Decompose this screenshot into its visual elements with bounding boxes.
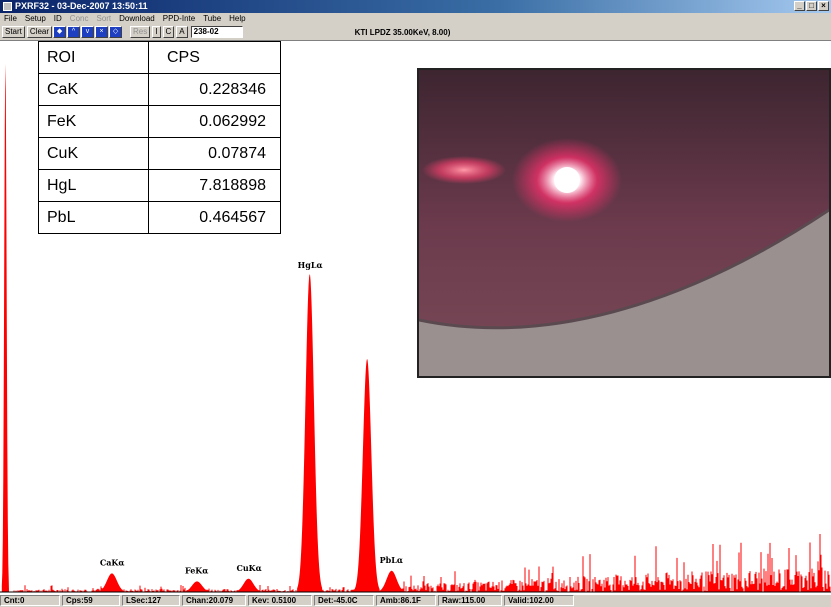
- maximize-button[interactable]: □: [806, 1, 817, 11]
- peak-label: CuKα: [236, 563, 261, 573]
- status-count: Cnt:0: [0, 595, 60, 606]
- chevron-down-icon[interactable]: v: [81, 26, 95, 38]
- status-ambient: Amb:86.1F: [376, 595, 436, 606]
- camera-view: [417, 68, 831, 378]
- table-row: CaK 0.228346: [38, 73, 281, 106]
- roi-cps: 0.062992: [148, 105, 281, 138]
- menu-help[interactable]: Help: [225, 13, 249, 24]
- spectrum-peak: [1, 63, 10, 593]
- expand-icon[interactable]: ◇: [109, 26, 123, 38]
- cps-header: CPS: [148, 41, 281, 74]
- clear-button[interactable]: Clear: [26, 26, 53, 38]
- spectrum-noise: [13, 533, 831, 592]
- status-raw: Raw:115.00: [438, 595, 502, 606]
- status-cps: Cps:59: [62, 595, 120, 606]
- window-controls: _ □ ×: [794, 1, 829, 11]
- peak-label: FeKα: [185, 565, 208, 575]
- roi-table-header: ROI CPS: [38, 41, 281, 74]
- spectrum-peak: [297, 274, 323, 592]
- minimize-button[interactable]: _: [794, 1, 805, 11]
- menu-tube[interactable]: Tube: [199, 13, 225, 24]
- peak-label: PbLα: [380, 555, 403, 565]
- window-title: PXRF32 - 03-Dec-2007 13:50:11: [15, 1, 148, 11]
- menu-download[interactable]: Download: [115, 13, 159, 24]
- c-button[interactable]: C: [162, 26, 175, 38]
- table-row: FeK 0.062992: [38, 105, 281, 138]
- spectrum-peak: [354, 358, 380, 592]
- roi-name: PbL: [38, 201, 149, 234]
- roi-cps: 0.464567: [148, 201, 281, 234]
- menu-setup[interactable]: Setup: [21, 13, 50, 24]
- status-detector: Det:-45.0C: [314, 595, 374, 606]
- roi-cps: 0.07874: [148, 137, 281, 170]
- roi-name: HgL: [38, 169, 149, 202]
- toolbar: Start Clear ◆ ^ v × ◇ Res I C A 238-02 K…: [0, 24, 831, 41]
- status-kev: Kev: 0.5100: [248, 595, 312, 606]
- peak-labels: CaKα FeKα CuKα HgLα PbLα: [100, 260, 403, 575]
- laser-spot-core: [554, 167, 580, 193]
- peak-label: HgLα: [298, 260, 323, 270]
- table-row: PbL 0.464567: [38, 201, 281, 234]
- status-lsec: LSec:127: [122, 595, 180, 606]
- status-bar: Cnt:0 Cps:59 LSec:127 Chan:20.079 Kev: 0…: [0, 595, 831, 607]
- app-icon[interactable]: [3, 2, 12, 11]
- roi-name: FeK: [38, 105, 149, 138]
- menu-id[interactable]: ID: [50, 13, 66, 24]
- peak-label: CaKα: [100, 557, 125, 567]
- start-button[interactable]: Start: [2, 26, 25, 38]
- close-icon[interactable]: ×: [95, 26, 109, 38]
- a-button[interactable]: A: [176, 26, 188, 38]
- spectrum-peak: [233, 578, 264, 592]
- camera-image: [419, 70, 829, 376]
- chevron-up-icon[interactable]: ^: [67, 26, 81, 38]
- home-icon[interactable]: ◆: [53, 26, 67, 38]
- close-button[interactable]: ×: [818, 1, 829, 11]
- roi-name: CuK: [38, 137, 149, 170]
- laser-reflection: [422, 156, 506, 184]
- res-button[interactable]: Res: [130, 26, 151, 38]
- menu-bar: File Setup ID Conc Sort Download PPD-Int…: [0, 13, 831, 24]
- roi-header: ROI: [38, 41, 149, 74]
- kti-readout: KTI LPDZ 35.00KeV, 8.00): [354, 27, 451, 37]
- status-channel: Chan:20.079: [182, 595, 246, 606]
- menu-ppd-inte[interactable]: PPD-Inte: [159, 13, 199, 24]
- title-bar: PXRF32 - 03-Dec-2007 13:50:11 _ □ ×: [0, 0, 831, 13]
- roi-name: CaK: [38, 73, 149, 106]
- menu-conc[interactable]: Conc: [66, 13, 93, 24]
- roi-table: ROI CPS CaK 0.228346 FeK 0.062992 CuK 0.…: [38, 41, 281, 234]
- status-valid: Valid:102.00: [504, 595, 574, 606]
- roi-cps: 0.228346: [148, 73, 281, 106]
- sample-id-field[interactable]: 238-02: [190, 26, 243, 38]
- table-row: CuK 0.07874: [38, 137, 281, 170]
- menu-file[interactable]: File: [0, 13, 21, 24]
- i-button[interactable]: I: [152, 26, 161, 38]
- menu-sort[interactable]: Sort: [92, 13, 115, 24]
- roi-cps: 7.818898: [148, 169, 281, 202]
- table-row: HgL 7.818898: [38, 169, 281, 202]
